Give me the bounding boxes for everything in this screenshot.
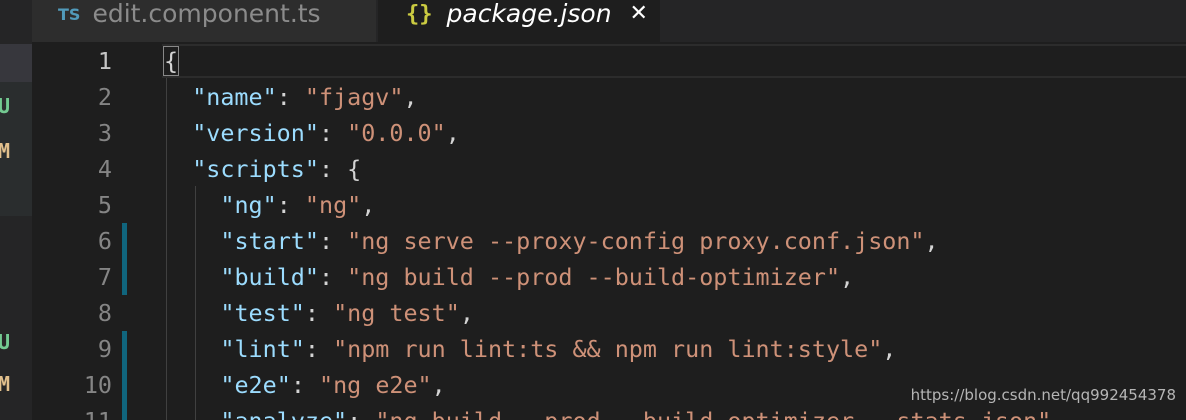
watermark: https://blog.csdn.net/qq992454378 bbox=[910, 386, 1176, 404]
json-key: "name" bbox=[192, 83, 277, 111]
code-text: "version": "0.0.0", bbox=[192, 115, 460, 151]
code-line[interactable]: 4 "scripts": { bbox=[32, 151, 1186, 187]
json-string: "ng" bbox=[304, 191, 362, 219]
explorer-sidebar[interactable]: U M U M bbox=[0, 0, 32, 420]
json-string: "ng build --prod --build-optimizer --sta… bbox=[375, 407, 1051, 420]
punctuation: , bbox=[431, 371, 446, 399]
code-line[interactable]: 7 "build": "ng build --prod --build-optim… bbox=[32, 259, 1186, 295]
punctuation: : { bbox=[318, 155, 362, 183]
code-line[interactable]: 2 "name": "fjagv", bbox=[32, 79, 1186, 115]
code-text: "name": "fjagv", bbox=[192, 79, 417, 115]
git-modified-gutter-marker[interactable] bbox=[122, 331, 127, 367]
punctuation: : bbox=[318, 227, 348, 255]
punctuation: : bbox=[347, 407, 375, 420]
code-text: "lint": "npm run lint:ts && npm run lint… bbox=[220, 331, 896, 367]
close-icon[interactable]: ✕ bbox=[630, 1, 648, 26]
code-line[interactable]: 8 "test": "ng test", bbox=[32, 295, 1186, 331]
tab-label: package.json bbox=[446, 0, 612, 28]
code-text: { bbox=[162, 43, 180, 79]
git-modified-gutter-marker[interactable] bbox=[122, 223, 127, 259]
code-line[interactable]: 6 "start": "ng serve --proxy-config proxy… bbox=[32, 223, 1186, 259]
punctuation: , bbox=[445, 119, 460, 147]
json-string: "ng build --prod --build-optimizer" bbox=[347, 263, 841, 291]
json-string: "ng serve --proxy-config proxy.conf.json… bbox=[347, 227, 925, 255]
json-key: "analyze" bbox=[220, 407, 347, 420]
punctuation: : bbox=[304, 299, 334, 327]
punctuation: : bbox=[276, 191, 305, 219]
line-number: 11 bbox=[32, 403, 112, 420]
code-line[interactable]: 1{ bbox=[32, 43, 1186, 79]
line-number: 4 bbox=[97, 155, 112, 183]
line-number: 6 bbox=[97, 227, 112, 255]
code-text: "test": "ng test", bbox=[220, 295, 474, 331]
git-modified-gutter-marker[interactable] bbox=[122, 403, 127, 420]
json-key: "lint" bbox=[220, 335, 305, 363]
json-key: "build" bbox=[220, 263, 319, 291]
git-modified-badge: M bbox=[0, 139, 11, 163]
line-number: 5 bbox=[97, 191, 112, 219]
punctuation: , bbox=[459, 299, 474, 327]
json-key: "start" bbox=[220, 227, 319, 255]
code-line[interactable]: 5 "ng": "ng", bbox=[32, 187, 1186, 223]
json-string: "ng test" bbox=[333, 299, 460, 327]
json-string: "ng e2e" bbox=[318, 371, 432, 399]
code-text: "ng": "ng", bbox=[220, 187, 375, 223]
json-key: "test" bbox=[220, 299, 305, 327]
json-string: "npm run lint:ts && npm run lint:style" bbox=[333, 335, 883, 363]
tab-edit-component-ts[interactable]: TS edit.component.ts bbox=[32, 0, 376, 42]
code-editor[interactable]: 1{2 "name": "fjagv", 3 "version": "0.0.0", 4… bbox=[32, 42, 1186, 420]
punctuation: , bbox=[924, 227, 939, 255]
git-modified-gutter-marker[interactable] bbox=[122, 259, 127, 295]
punctuation: , bbox=[361, 191, 376, 219]
punctuation: , bbox=[403, 83, 418, 111]
tab-label: edit.component.ts bbox=[92, 0, 321, 28]
code-line[interactable]: 11 "analyze": "ng build --prod --build-op… bbox=[32, 403, 1186, 420]
line-number: 9 bbox=[97, 335, 112, 363]
line-number: 7 bbox=[97, 263, 112, 291]
line-number: 3 bbox=[97, 119, 112, 147]
code-text: "scripts": { bbox=[192, 151, 361, 187]
code-text: "e2e": "ng e2e", bbox=[220, 367, 445, 403]
json-key: "e2e" bbox=[220, 371, 291, 399]
punctuation: : bbox=[290, 371, 319, 399]
code-text: "start": "ng serve --proxy-config proxy.… bbox=[220, 223, 938, 259]
punctuation: : bbox=[318, 263, 348, 291]
punctuation: : bbox=[318, 119, 348, 147]
tab-package-json[interactable]: {} package.json ✕ bbox=[378, 0, 660, 42]
json-key: "ng" bbox=[220, 191, 277, 219]
git-untracked-badge: U bbox=[0, 94, 11, 118]
git-modified-badge: M bbox=[0, 372, 11, 396]
line-number: 2 bbox=[97, 83, 112, 111]
punctuation: : bbox=[304, 335, 334, 363]
line-number: 10 bbox=[83, 371, 112, 399]
git-untracked-badge: U bbox=[0, 330, 11, 354]
json-key: "scripts" bbox=[192, 155, 319, 183]
punctuation: : bbox=[276, 83, 305, 111]
json-key: "version" bbox=[192, 119, 319, 147]
json-file-icon: {} bbox=[406, 1, 433, 27]
explorer-selected-row[interactable] bbox=[0, 44, 32, 82]
editor-tab-bar: TS edit.component.ts {} package.json ✕ bbox=[32, 0, 1186, 42]
line-number: 8 bbox=[97, 299, 112, 327]
json-string: "0.0.0" bbox=[347, 119, 446, 147]
code-line[interactable]: 9 "lint": "npm run lint:ts && npm run lin… bbox=[32, 331, 1186, 367]
code-line[interactable]: 3 "version": "0.0.0", bbox=[32, 115, 1186, 151]
typescript-file-icon: TS bbox=[58, 4, 81, 24]
punctuation: , bbox=[882, 335, 897, 363]
json-string: "fjagv" bbox=[304, 83, 404, 111]
git-modified-gutter-marker[interactable] bbox=[122, 367, 127, 403]
punctuation: { bbox=[162, 46, 180, 76]
punctuation: , bbox=[840, 263, 855, 291]
code-text: "build": "ng build --prod --build-optimi… bbox=[220, 259, 854, 295]
code-text: "analyze": "ng build --prod --build-opti… bbox=[220, 403, 1051, 420]
line-number: 1 bbox=[97, 47, 112, 75]
